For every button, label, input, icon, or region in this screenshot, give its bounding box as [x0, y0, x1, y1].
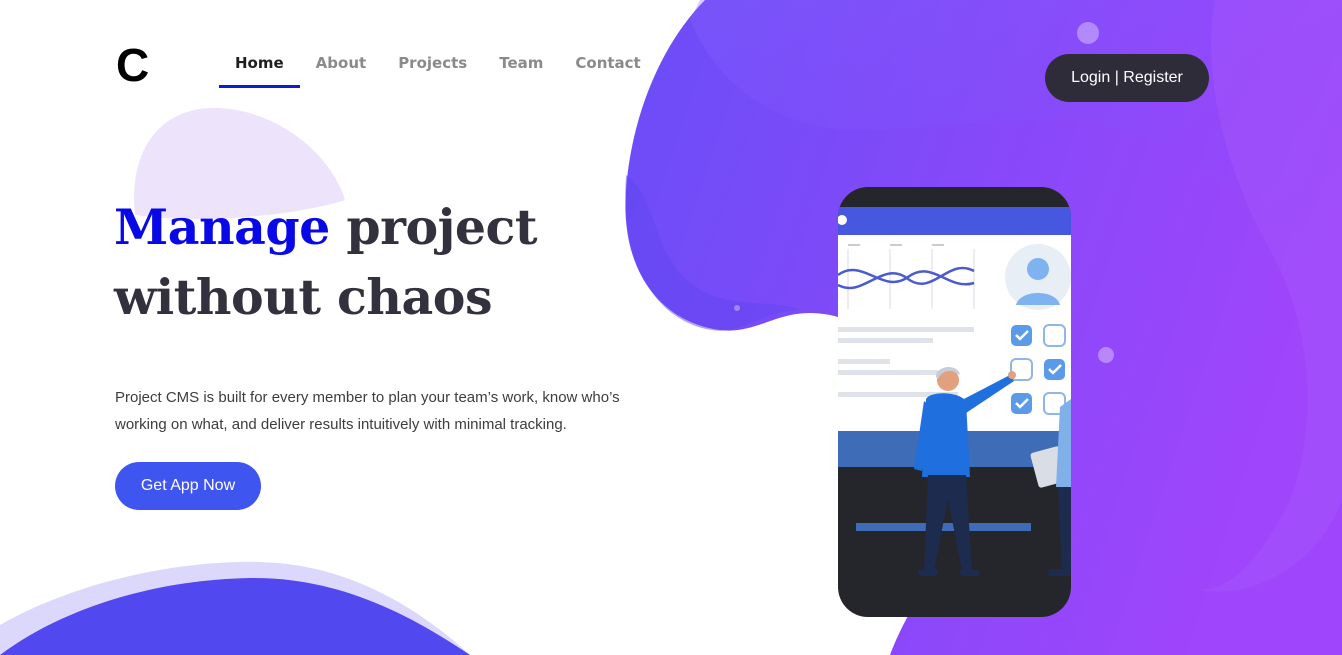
checkbox-checked-icon — [1011, 325, 1032, 346]
get-app-button[interactable]: Get App Now — [115, 462, 261, 510]
phone-top-bar — [838, 207, 1071, 235]
hero-description: Project CMS is built for every member to… — [115, 389, 620, 433]
checkbox-checked-icon — [1011, 393, 1032, 414]
headline-accent: Manage — [114, 198, 330, 256]
hero-headline: Manage project without chaos — [114, 192, 538, 332]
logo[interactable]: C — [116, 40, 149, 90]
nav-item-team[interactable]: Team — [483, 48, 559, 88]
nav-item-about[interactable]: About — [300, 48, 383, 88]
headline-line-2: without chaos — [114, 268, 493, 326]
floor-bar — [856, 523, 1031, 531]
login-register-button[interactable]: Login | Register — [1045, 54, 1209, 102]
dot — [734, 305, 740, 311]
nav-item-home[interactable]: Home — [219, 48, 300, 88]
avatar-icon — [1005, 244, 1071, 310]
nav-item-projects[interactable]: Projects — [382, 48, 483, 88]
dot — [1098, 347, 1114, 363]
dot — [1077, 22, 1099, 44]
headline-rest: project — [329, 198, 538, 256]
nav-item-contact[interactable]: Contact — [559, 48, 656, 88]
blue-wave — [0, 577, 470, 655]
phone-illustration — [838, 187, 1071, 617]
checkbox-checked-icon — [1044, 359, 1065, 380]
main-nav: Home About Projects Team Contact — [219, 48, 657, 88]
